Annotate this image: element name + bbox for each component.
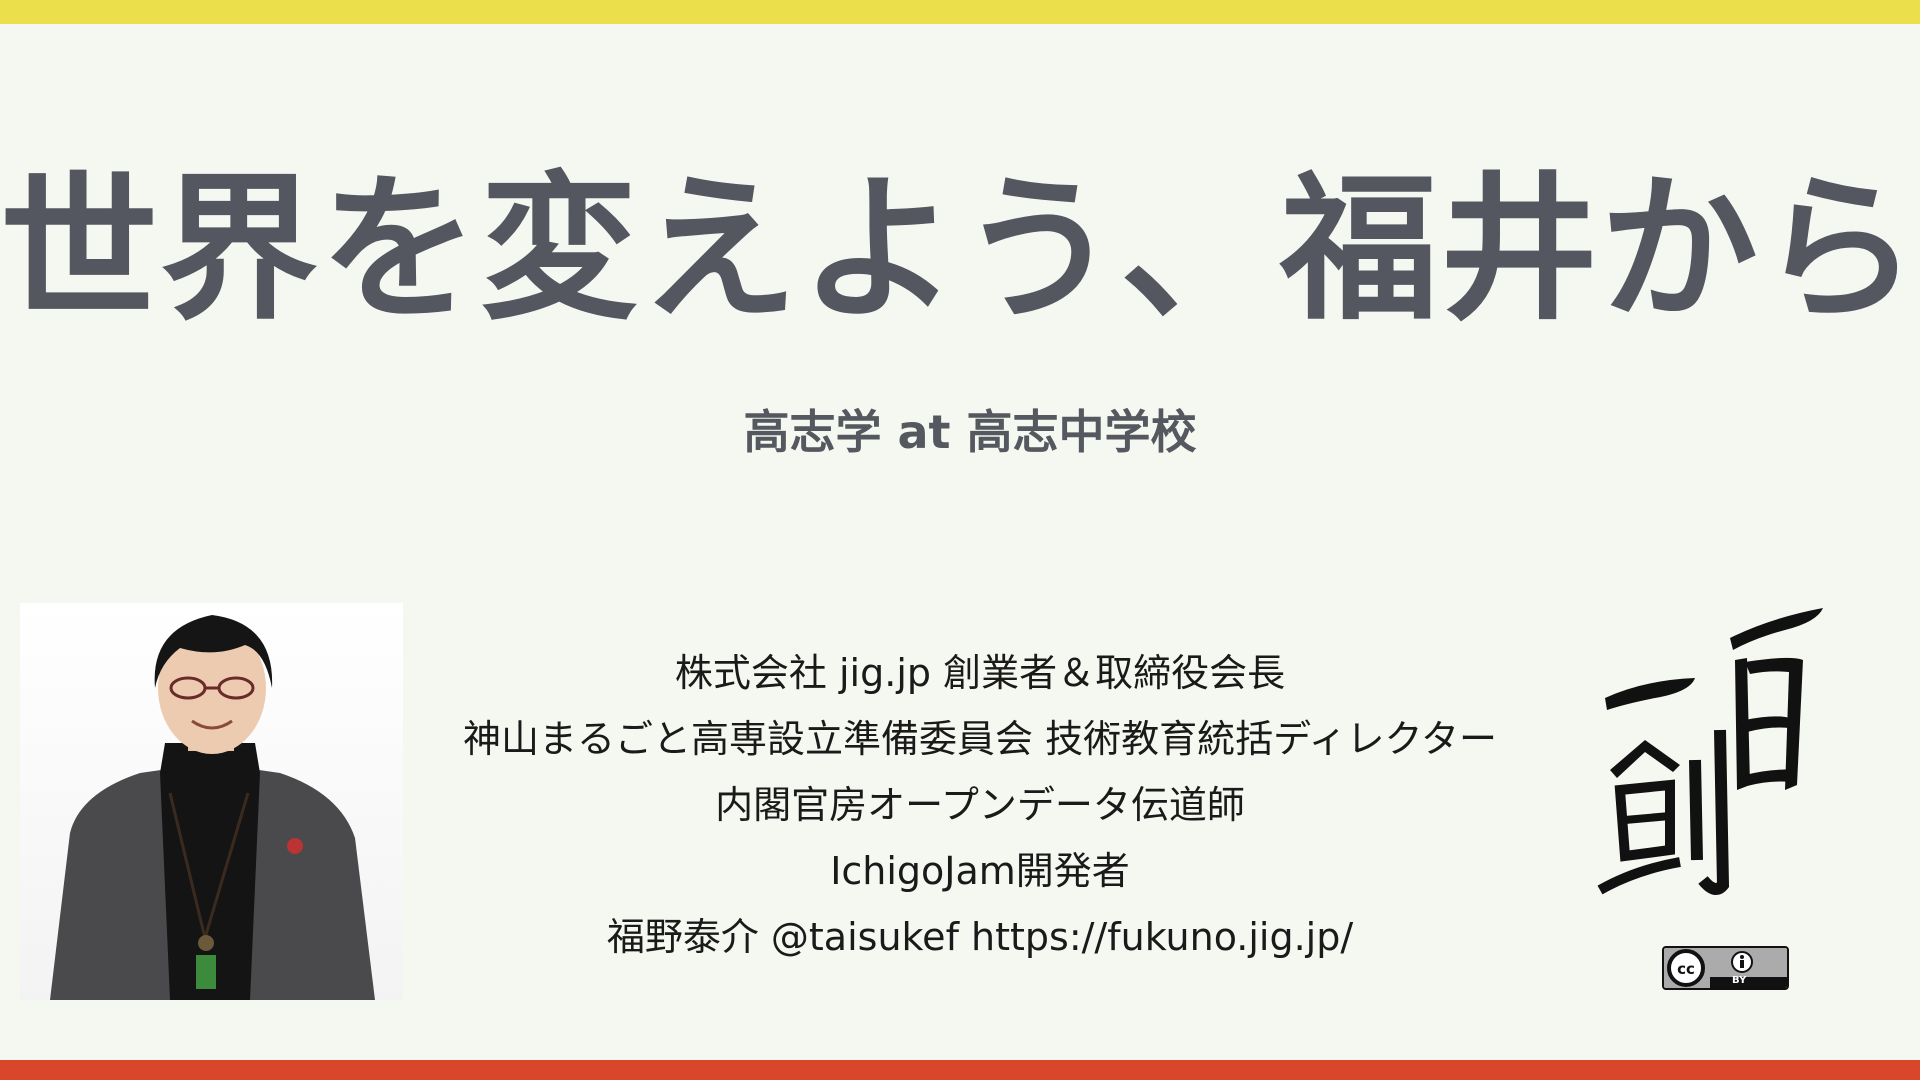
slide-title: 世界を変えよう、福井から — [0, 158, 1920, 342]
profile-line-ichigojam: IchigoJam開発者 — [830, 849, 1130, 893]
speaker-photo — [20, 603, 403, 1000]
speaker-portrait-illustration — [50, 615, 375, 1000]
bottom-accent-bar — [0, 1060, 1920, 1080]
profile-line-name-contact: 福野泰介 @taisukef https://fukuno.jig.jp/ — [606, 915, 1354, 959]
cc-by-icon: cc — [1664, 948, 1787, 988]
cc-by-license-badge: cc BY — [1662, 946, 1789, 990]
calligraphy-brush-strokes — [1597, 608, 1823, 895]
top-accent-bar — [0, 0, 1920, 24]
profile-line-opendata: 内閣官房オープンデータ伝道師 — [715, 783, 1245, 827]
slide-subtitle: 高志学 at 高志中学校 — [743, 405, 1197, 459]
profile-line-kamiyama: 神山まるごと高専設立準備委員会 技術教育統括ディレクター — [463, 717, 1497, 761]
calligraphy-logo — [1585, 600, 1825, 900]
speaker-profile: 株式会社 jig.jp 創業者＆取締役会長 神山まるごと高専設立準備委員会 技術… — [420, 640, 1540, 970]
cc-by-label: BY — [1732, 975, 1747, 986]
profile-line-company: 株式会社 jig.jp 創業者＆取締役会長 — [674, 651, 1286, 695]
svg-text:cc: cc — [1677, 960, 1695, 978]
